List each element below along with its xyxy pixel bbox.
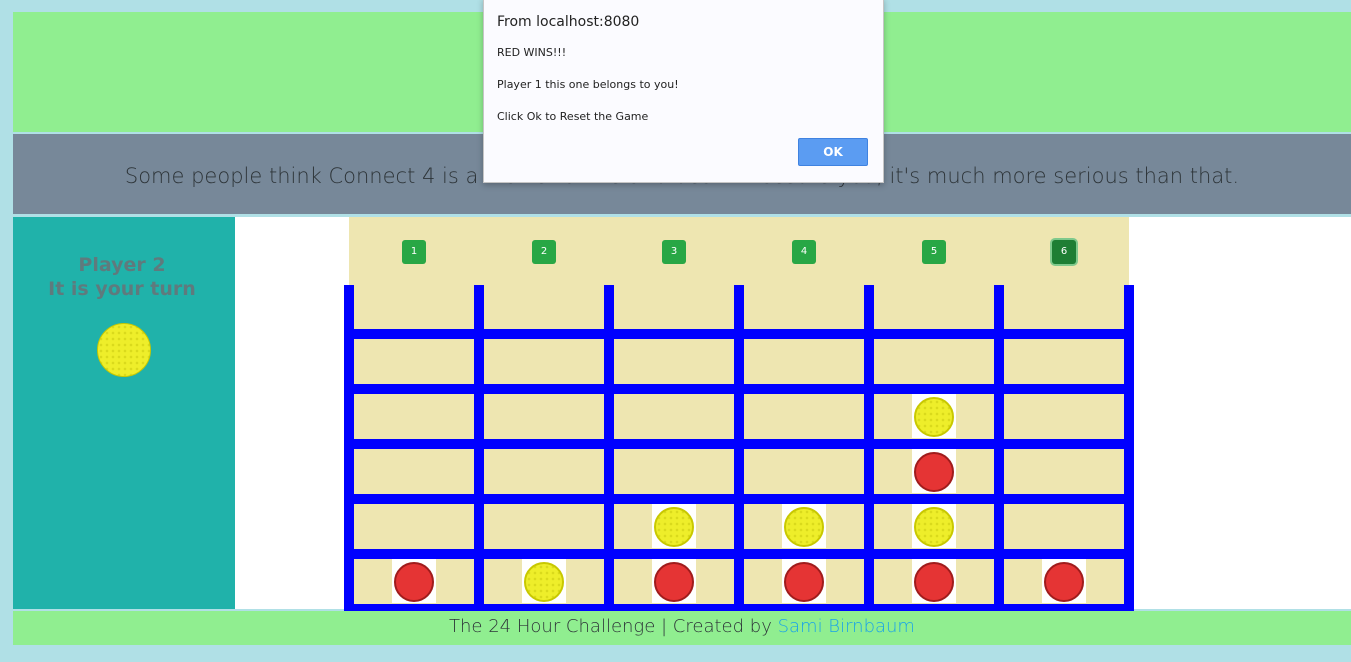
footer-text: The 24 Hour Challenge | Created by: [449, 616, 778, 637]
board-cell-r3-c5: [874, 394, 994, 439]
drop-column-4-button[interactable]: 4: [792, 240, 816, 264]
board-cell-r3-c1: [354, 394, 474, 439]
board-cell-r5-c5: [874, 504, 994, 549]
board-cell-r1-c1: [354, 285, 474, 329]
player-name: Player 2: [78, 254, 166, 276]
board-cell-r5-c1: [354, 504, 474, 549]
yellow-chip: [654, 507, 694, 547]
board-cell-r4-c2: [484, 449, 604, 494]
red-chip: [394, 562, 434, 602]
board-cell-r6-c1: [354, 559, 474, 604]
player-sidebar: Player 2 It is your turn: [13, 217, 235, 609]
board-cell-r6-c4: [744, 559, 864, 604]
board-cell-r2-c2: [484, 339, 604, 384]
dialog-reset-text: Click Ok to Reset the Game: [497, 110, 649, 123]
board-cell-r4-c4: [744, 449, 864, 494]
yellow-chip: [784, 507, 824, 547]
board-cell-r5-c3: [614, 504, 734, 549]
yellow-chip: [914, 507, 954, 547]
drop-column-3-button[interactable]: 3: [662, 240, 686, 264]
board-cell-r6-c6: [1004, 559, 1124, 604]
board-cell-r6-c3: [614, 559, 734, 604]
board-cell-r3-c3: [614, 394, 734, 439]
board-cell-r4-c3: [614, 449, 734, 494]
board-cell-r4-c1: [354, 449, 474, 494]
red-chip: [654, 562, 694, 602]
dialog-winner-text: RED WINS!!!: [497, 46, 567, 59]
dialog-origin: From localhost:8080: [497, 14, 640, 30]
red-chip: [914, 562, 954, 602]
game-board: [344, 285, 1134, 611]
board-cell-r4-c6: [1004, 449, 1124, 494]
column-button-row: 1 2 3 4 5 6: [349, 217, 1129, 285]
board-cell-r6-c5: [874, 559, 994, 604]
red-chip: [1044, 562, 1084, 602]
current-player-disc: [97, 323, 151, 377]
red-chip: [914, 452, 954, 492]
board-cell-r5-c4: [744, 504, 864, 549]
board-cell-r3-c4: [744, 394, 864, 439]
drop-column-6-button[interactable]: 6: [1052, 240, 1076, 264]
board-cell-r4-c5: [874, 449, 994, 494]
drop-column-5-button[interactable]: 5: [922, 240, 946, 264]
dialog-message-text: Player 1 this one belongs to you!: [497, 78, 679, 91]
author-link[interactable]: Sami Birnbaum: [778, 616, 915, 637]
board-cell-r2-c3: [614, 339, 734, 384]
board-cell-r1-c5: [874, 285, 994, 329]
board-cell-r5-c2: [484, 504, 604, 549]
board-cell-r5-c6: [1004, 504, 1124, 549]
board-cell-r3-c2: [484, 394, 604, 439]
drop-column-1-button[interactable]: 1: [402, 240, 426, 264]
board-cell-r1-c4: [744, 285, 864, 329]
board-cell-r3-c6: [1004, 394, 1124, 439]
turn-status: It is your turn: [48, 278, 196, 300]
board-cell-r1-c6: [1004, 285, 1124, 329]
board-cell-r2-c1: [354, 339, 474, 384]
yellow-chip: [914, 397, 954, 437]
footer: The 24 Hour Challenge | Created by Sami …: [13, 611, 1351, 645]
board-cell-r2-c5: [874, 339, 994, 384]
board-cell-r1-c3: [614, 285, 734, 329]
red-chip: [784, 562, 824, 602]
board-cell-r6-c2: [484, 559, 604, 604]
board-cell-r2-c4: [744, 339, 864, 384]
drop-column-2-button[interactable]: 2: [532, 240, 556, 264]
yellow-chip: [524, 562, 564, 602]
board-cell-r1-c2: [484, 285, 604, 329]
board-cell-r2-c6: [1004, 339, 1124, 384]
ok-button[interactable]: OK: [798, 138, 868, 166]
alert-dialog: From localhost:8080 RED WINS!!! Player 1…: [483, 0, 884, 183]
